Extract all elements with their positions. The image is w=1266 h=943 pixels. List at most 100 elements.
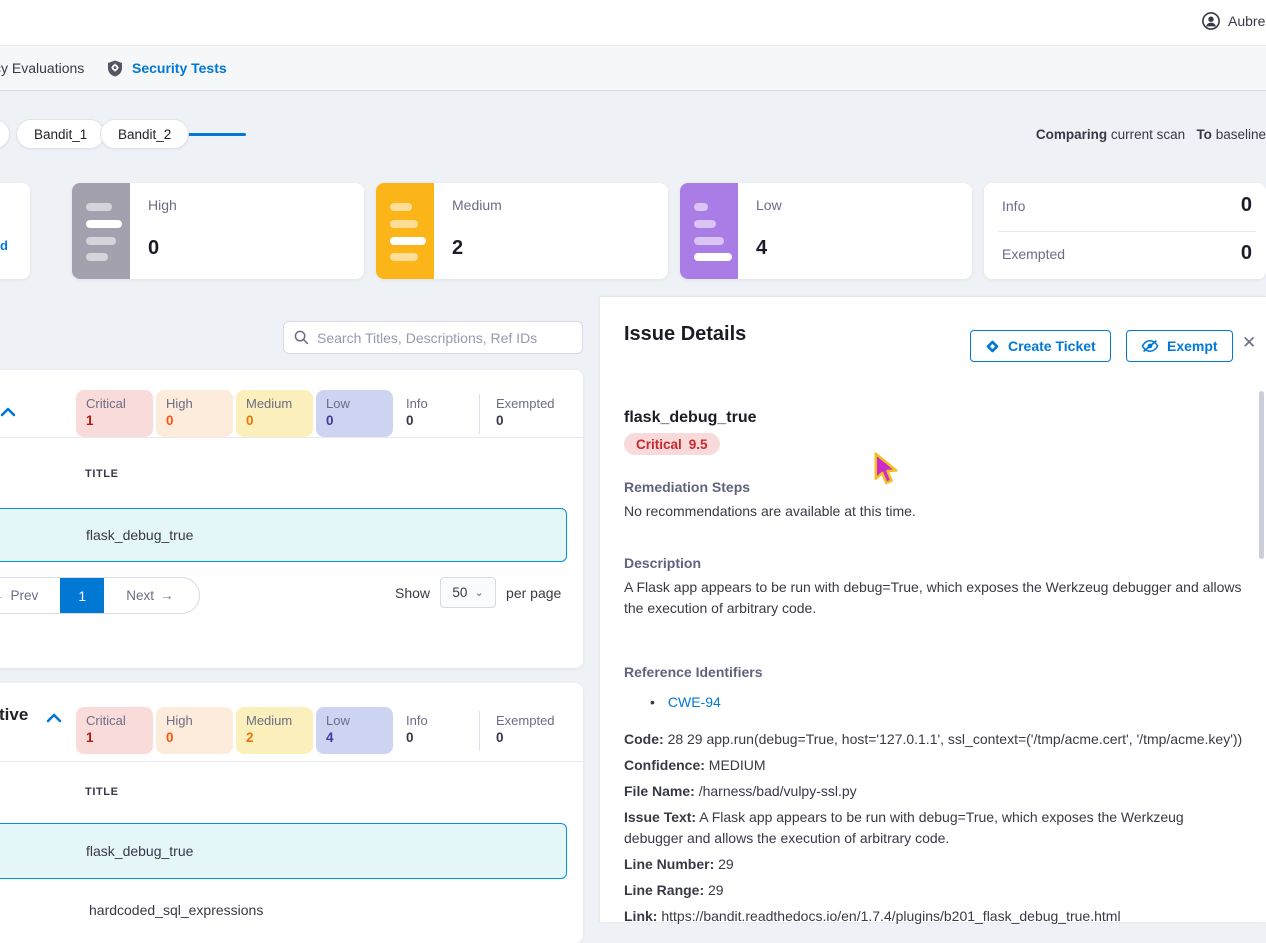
summary-card-low: Low 4 [680,183,972,279]
issue-details-panel: Issue Details Create Ticket Exempt ✕ fla… [600,296,1266,922]
collapse-chevron-up-icon[interactable] [0,407,16,417]
column-header-title: TITLE [85,468,119,480]
column-header-title: TITLE [85,786,119,798]
issue-row-title: hardcoded_sql_expressions [89,902,263,918]
scrollbar-thumb[interactable] [1259,391,1264,559]
tab-bar: cy Evaluations Security Tests [0,46,1266,91]
pill-medium[interactable]: Medium2 [236,707,313,754]
description-heading: Description [624,555,701,571]
summary-card-info-exempted: Info 0 Exempted 0 [984,183,1266,279]
shield-gear-icon [107,60,123,77]
cwe-link[interactable]: CWE-94 [668,694,721,710]
severity-label: Critical [636,437,682,452]
issue-title: flask_debug_true [624,409,756,427]
pill-info[interactable]: Info0 [396,707,473,754]
show-label: Show [395,585,430,601]
summary-card-high: High 0 [72,183,364,279]
user-avatar-icon [1202,12,1220,30]
page-size-select[interactable]: 50 ⌄ [440,577,496,608]
ticket-diamond-icon [985,339,1000,354]
current-scan-label: current scan [1111,127,1185,142]
create-ticket-button[interactable]: Create Ticket [970,330,1111,362]
close-icon[interactable]: ✕ [1242,333,1256,353]
pill-critical[interactable]: Critical1 [76,390,153,437]
pill-exempted[interactable]: Exempted0 [486,390,563,437]
comparing-label: Comparing [1036,127,1107,142]
issues-section-card-1: Critical1 High0 Medium0 Low0 Info0 Exemp… [0,370,583,668]
scan-chip-label: Bandit_1 [34,127,87,142]
severity-badge: Critical 9.5 [624,433,720,455]
field-line-number: Line Number: 29 [624,854,1246,875]
divider [0,437,583,438]
low-severity-icon [680,183,738,279]
top-bar: Aubre [0,0,1266,46]
pill-exempted[interactable]: Exempted0 [486,707,563,754]
issue-row-selected[interactable]: flask_debug_true [0,823,567,879]
info-row: Info 0 [984,183,1266,230]
pill-low[interactable]: Low0 [316,390,393,437]
info-value: 0 [1241,194,1252,217]
pill-low[interactable]: Low4 [316,707,393,754]
pill-high[interactable]: High0 [156,707,233,754]
divider [479,394,480,434]
exempted-row: Exempted 0 [984,231,1266,278]
issue-row-title: flask_debug_true [86,527,193,543]
summary-label: High [148,197,177,213]
scan-chip-bandit2[interactable]: Bandit_2 [100,119,189,149]
high-severity-icon [72,183,130,279]
summary-label: Medium [452,197,502,213]
field-code: Code: 28 29 app.run(debug=True, host='12… [624,729,1246,750]
pill-medium[interactable]: Medium0 [236,390,313,437]
search-box[interactable] [283,321,583,354]
issue-fields: Code: 28 29 app.run(debug=True, host='12… [624,729,1246,932]
scan-chip-bandit1[interactable]: Bandit_1 [16,119,105,149]
panel-title: Issue Details [624,323,746,346]
summary-value: 0 [148,237,159,260]
exempt-button[interactable]: Exempt [1126,330,1233,362]
description-text: A Flask app appears to be run with debug… [624,577,1249,619]
chevron-down-icon: ⌄ [474,586,483,599]
section-header-fragment: tive [0,705,28,725]
severity-pill-row: Critical1 High0 Medium2 Low4 Info0 Exemp… [76,707,566,754]
bullet-icon: • [650,694,655,710]
arrow-right-icon: → [160,588,174,603]
prev-page-button[interactable]: ←Prev [0,588,52,603]
remediation-heading: Remediation Steps [624,479,750,495]
next-page-button[interactable]: Next→ [112,588,187,603]
issue-row-selected[interactable]: flask_debug_true [0,508,567,562]
search-icon [294,330,309,345]
exempted-value: 0 [1241,242,1252,265]
tab-policy-evaluations[interactable]: cy Evaluations [0,46,84,90]
pill-info[interactable]: Info0 [396,390,473,437]
scan-chip-partial[interactable] [0,119,10,149]
collapse-chevron-up-icon[interactable] [46,713,62,723]
field-confidence: Confidence: MEDIUM [624,755,1246,776]
arrow-left-icon: ← [0,588,5,603]
to-label: To [1196,127,1212,142]
compare-baseline-text: Comparing current scan To baseline [1036,127,1266,142]
scan-chip-label: Bandit_2 [118,127,171,142]
search-input[interactable] [317,330,572,346]
divider [479,711,480,751]
pill-critical[interactable]: Critical1 [76,707,153,754]
tab-policy-evaluations-label: cy Evaluations [0,60,84,76]
summary-card-medium: Medium 2 [376,183,668,279]
pill-high[interactable]: High0 [156,390,233,437]
current-page-button[interactable]: 1 [60,577,104,614]
tab-security-tests[interactable]: Security Tests [107,46,227,90]
exempted-label: Exempted [1002,246,1065,262]
remediation-text: No recommendations are available at this… [624,501,916,522]
severity-score: 9.5 [689,437,708,452]
field-file-name: File Name: /harness/bad/vulpy-ssl.py [624,781,1246,802]
field-issue-text: Issue Text: A Flask app appears to be ru… [624,807,1246,849]
user-name: Aubre [1228,13,1265,29]
reference-list-item: • CWE-94 [650,694,721,710]
pagination: ←Prev 1 Next→ [0,577,200,614]
per-page-label: per page [506,585,561,601]
severity-pill-row: Critical1 High0 Medium0 Low0 Info0 Exemp… [76,390,566,437]
issue-row-title: flask_debug_true [86,843,193,859]
issue-row[interactable]: hardcoded_sql_expressions [0,883,567,937]
user-menu[interactable]: Aubre [1202,12,1266,30]
partial-link-fragment[interactable]: d [0,238,8,253]
summary-value: 4 [756,237,767,260]
